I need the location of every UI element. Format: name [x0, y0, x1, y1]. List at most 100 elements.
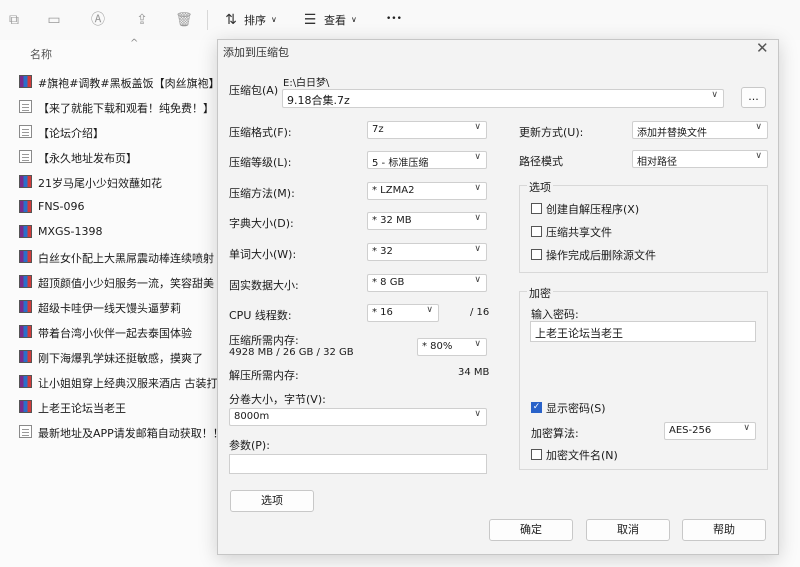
archive-file-icon	[19, 275, 32, 288]
threads-label: CPU 线程数:	[229, 309, 292, 322]
archive-file-icon	[19, 300, 32, 313]
more-button[interactable]: •••	[386, 14, 402, 24]
solid-label: 固实数据大小:	[229, 279, 299, 292]
method-label: 压缩方法(M):	[229, 187, 295, 200]
file-list-item[interactable]: 让小姐姐穿上经典汉服来酒店 古装打扮	[0, 370, 220, 395]
file-list-item[interactable]: 【永久地址发布页】	[0, 145, 220, 170]
shared-label: 压缩共享文件	[546, 226, 612, 239]
chevron-down-icon: ∨	[474, 152, 481, 162]
update-label: 更新方式(U):	[519, 126, 584, 139]
cancel-button[interactable]: 取消	[586, 519, 670, 541]
archive-path: E:\白日梦\	[283, 78, 330, 89]
archive-name-combo[interactable]: 9.18合集.7z ∨	[282, 89, 724, 108]
paste-icon[interactable]: ▭	[44, 10, 64, 30]
options-button[interactable]: 选项	[230, 490, 314, 512]
chevron-down-icon: ∨	[755, 122, 762, 132]
enc-method-label: 加密算法:	[531, 427, 579, 440]
sort-button[interactable]: 排序	[244, 12, 266, 28]
chevron-down-icon: ∨	[743, 423, 750, 433]
delete-icon[interactable]: 🗑	[174, 10, 194, 30]
file-name: #旗袍#调教#黑板盖饭【肉丝旗袍】	[38, 77, 220, 90]
path-mode-select[interactable]: 相对路径 ∨	[632, 150, 768, 168]
column-header[interactable]: 名称 ^	[0, 38, 220, 66]
archive-file-icon	[19, 225, 32, 238]
add-to-archive-dialog: 添加到压缩包 ✕ 压缩包(A) E:\白日梦\ 9.18合集.7z ∨ ... …	[217, 39, 779, 555]
sort-icon: ⇅	[225, 12, 237, 28]
format-select[interactable]: 7z ∨	[367, 121, 487, 139]
file-list: #旗袍#调教#黑板盖饭【肉丝旗袍】 【来了就能下载和观看！纯免费！】 【论坛介绍】【…	[0, 70, 220, 445]
archive-file-icon	[19, 350, 32, 363]
enc-method-select[interactable]: AES-256 ∨	[664, 422, 756, 440]
column-name-label: 名称	[30, 48, 52, 61]
ok-button[interactable]: 确定	[489, 519, 573, 541]
archive-file-icon	[19, 400, 32, 413]
share-icon[interactable]: ⇪	[132, 10, 152, 30]
file-list-item[interactable]: 上老王论坛当老王	[0, 395, 220, 420]
chevron-down-icon: ∨	[474, 409, 481, 419]
rename-icon[interactable]: Ⓐ	[88, 10, 108, 30]
delete-source-label: 操作完成后删除源文件	[546, 249, 656, 262]
mem-percent-select[interactable]: * 80% ∨	[417, 338, 487, 356]
file-name: 刚下海爆乳学妹还挺敏感，摸爽了	[38, 352, 203, 365]
chevron-down-icon: ∨	[755, 151, 762, 161]
file-list-item[interactable]: 最新地址及APP请发邮箱自动获取！！	[0, 420, 220, 445]
help-button[interactable]: 帮助	[682, 519, 766, 541]
format-label: 压缩格式(F):	[229, 126, 292, 139]
explorer-toolbar: ⧉ ▭ Ⓐ ⇪ 🗑 ⇅ 排序 ∨ ☰ 查看 ∨ •••	[0, 0, 800, 40]
copy-icon[interactable]: ⧉	[4, 10, 24, 30]
delete-source-checkbox[interactable]	[531, 249, 542, 260]
file-list-item[interactable]: MXGS-1398	[0, 220, 220, 245]
archive-file-icon	[19, 325, 32, 338]
file-name: 白丝女仆配上大黑屌震动棒连续喷射	[38, 252, 214, 265]
options-group-label: 选项	[527, 179, 553, 195]
file-list-item[interactable]: 白丝女仆配上大黑屌震动棒连续喷射	[0, 245, 220, 270]
sfx-checkbox[interactable]	[531, 203, 542, 214]
file-name: 最新地址及APP请发邮箱自动获取！！	[38, 427, 220, 440]
encrypt-group-label: 加密	[527, 285, 553, 301]
split-combo[interactable]: 8000m ∨	[229, 408, 487, 426]
word-select[interactable]: * 32 ∨	[367, 243, 487, 261]
file-list-item[interactable]: FNS-096	[0, 195, 220, 220]
chevron-down-icon: ∨	[351, 15, 357, 24]
file-list-item[interactable]: #旗袍#调教#黑板盖饭【肉丝旗袍】	[0, 70, 220, 95]
file-list-item[interactable]: 超顶颜值小少妇服务一流，笑容甜美	[0, 270, 220, 295]
level-label: 压缩等级(L):	[229, 156, 292, 169]
show-password-label: 显示密码(S)	[546, 402, 606, 415]
show-password-checkbox[interactable]: ✓	[531, 402, 542, 413]
file-name: 21岁马尾小少妇效蘸如花	[38, 177, 162, 190]
file-list-item[interactable]: 【来了就能下载和观看！纯免费！】	[0, 95, 220, 120]
file-list-item[interactable]: 带着台湾小伙伴一起去泰国体验	[0, 320, 220, 345]
file-list-item[interactable]: 21岁马尾小少妇效蘸如花	[0, 170, 220, 195]
update-select[interactable]: 添加并替换文件 ∨	[632, 121, 768, 139]
encrypt-names-checkbox[interactable]	[531, 449, 542, 460]
file-list-item[interactable]: 【论坛介绍】	[0, 120, 220, 145]
params-input[interactable]	[229, 454, 487, 474]
mem-decomp-value: 34 MB	[458, 367, 490, 378]
dict-select[interactable]: * 32 MB ∨	[367, 212, 487, 230]
file-name: 带着台湾小伙伴一起去泰国体验	[38, 327, 192, 340]
close-icon[interactable]: ✕	[756, 39, 769, 57]
file-list-item[interactable]: 刚下海爆乳学妹还挺敏感，摸爽了	[0, 345, 220, 370]
chevron-down-icon: ∨	[426, 305, 433, 315]
dialog-title: 添加到压缩包	[223, 46, 289, 59]
file-list-item[interactable]: 超级卡哇伊一线天馒头逼萝莉	[0, 295, 220, 320]
archive-file-icon	[19, 75, 32, 88]
archive-file-icon	[19, 250, 32, 263]
solid-select[interactable]: * 8 GB ∨	[367, 274, 487, 292]
level-select[interactable]: 5 - 标准压缩 ∨	[367, 151, 487, 169]
view-button[interactable]: 查看	[324, 12, 346, 28]
file-name: 上老王论坛当老王	[38, 402, 126, 415]
method-select[interactable]: * LZMA2 ∨	[367, 182, 487, 200]
file-name: 超顶颜值小少妇服务一流，笑容甜美	[38, 277, 214, 290]
file-name: 【来了就能下载和观看！纯免费！】	[38, 102, 214, 115]
file-name: 【论坛介绍】	[38, 127, 104, 140]
split-label: 分卷大小，字节(V):	[229, 393, 326, 406]
archive-file-icon	[19, 175, 32, 188]
shared-checkbox[interactable]	[531, 226, 542, 237]
threads-select[interactable]: * 16 ∨	[367, 304, 439, 322]
password-input[interactable]: 上老王论坛当老王	[530, 321, 756, 342]
mem-comp-value: 4928 MB / 26 GB / 32 GB	[229, 347, 354, 358]
text-file-icon	[19, 150, 32, 163]
browse-button[interactable]: ...	[741, 87, 766, 108]
text-file-icon	[19, 125, 32, 138]
